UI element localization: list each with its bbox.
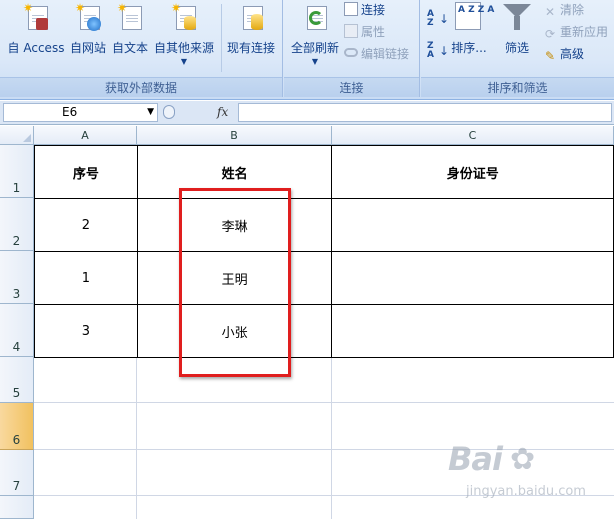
group-connections: 全部刷新 ▼ 连接 属性 编辑链接 连接 [284, 0, 420, 97]
row-header-6[interactable]: 6 [0, 403, 34, 450]
cell-c1[interactable]: 身份证号 [331, 145, 614, 199]
table-row: 2 李琳 [34, 198, 614, 252]
data-table: 序号 姓名 身份证号 2 李琳 1 王明 3 小张 [34, 145, 614, 358]
sort-desc-button[interactable]: Z A ↓ [427, 41, 450, 64]
cell-c2[interactable] [331, 198, 614, 252]
sort-button[interactable]: A Z Z A 排序... [449, 2, 494, 74]
arrow-down-icon: ↓ [439, 44, 450, 58]
sort-dialog-icon: A Z Z A [455, 2, 494, 30]
row-header-8[interactable] [0, 496, 34, 519]
cell-a2[interactable]: 2 [34, 198, 138, 252]
filter-icon [503, 2, 531, 32]
row-header-2[interactable]: 2 [0, 198, 34, 251]
sort-desc-icon: Z A [427, 41, 434, 60]
existing-connections-icon [237, 2, 265, 32]
highlight-box [179, 188, 291, 377]
clear-button[interactable]: ✕ 清除 [543, 1, 584, 19]
table-row: 3 小张 [34, 304, 614, 358]
group-label-connections: 连接 [284, 77, 419, 97]
from-web-button[interactable]: ✷ 自网站 [68, 2, 108, 74]
column-header-c[interactable]: C [332, 126, 614, 145]
reapply-button[interactable]: ⟳ 重新应用 [543, 23, 608, 41]
from-other-sources-button[interactable]: ✷ 自其他来源 ▼ [152, 2, 216, 74]
connections-button[interactable]: 连接 [344, 1, 385, 19]
resize-handle[interactable] [163, 105, 175, 119]
chevron-down-icon: ▼ [180, 57, 188, 66]
link-icon [344, 48, 358, 57]
chevron-down-icon: ▼ [311, 57, 319, 66]
from-access-button[interactable]: ✷ 自 Access [6, 2, 66, 74]
cell-c4[interactable] [331, 304, 614, 358]
cell-c3[interactable] [331, 251, 614, 305]
row-header-4[interactable]: 4 [0, 304, 34, 357]
row-header-3[interactable]: 3 [0, 251, 34, 304]
select-all-corner[interactable] [0, 126, 34, 145]
ribbon: ✷ 自 Access ✷ 自网站 ✷ 自文本 ✷ 自其他来源 ▼ 现有连接 获取… [0, 0, 614, 100]
existing-connections-button[interactable]: 现有连接 [224, 2, 278, 74]
row-header-5[interactable]: 5 [0, 357, 34, 403]
row-header-7[interactable]: 7 [0, 450, 34, 496]
reapply-icon: ⟳ [544, 27, 556, 41]
edit-links-button[interactable]: 编辑链接 [344, 45, 409, 63]
text-file-icon: ✷ [116, 2, 144, 32]
chevron-down-icon[interactable]: ▼ [147, 104, 154, 121]
column-header-a[interactable]: A [34, 126, 137, 145]
formula-controls: fx [161, 103, 237, 122]
properties-icon [344, 24, 358, 38]
sort-asc-button[interactable]: A Z ↓ [427, 9, 450, 32]
from-text-button[interactable]: ✷ 自文本 [110, 2, 150, 74]
filter-button[interactable]: 筛选 [499, 2, 535, 74]
group-get-external-data: ✷ 自 Access ✷ 自网站 ✷ 自文本 ✷ 自其他来源 ▼ 现有连接 获取… [0, 0, 283, 97]
arrow-down-icon: ↓ [439, 12, 450, 26]
cell-a1[interactable]: 序号 [34, 145, 138, 199]
advanced-filter-icon: ✎ [544, 49, 556, 63]
worksheet: A B C 1 2 3 4 5 6 7 序号 姓名 身份证号 2 李琳 1 王明… [0, 126, 614, 519]
cell-a3[interactable]: 1 [34, 251, 138, 305]
access-icon: ✷ [22, 2, 50, 32]
name-box[interactable]: E6 ▼ [3, 103, 158, 122]
advanced-button[interactable]: ✎ 高级 [543, 45, 584, 63]
web-icon: ✷ [74, 2, 102, 32]
formula-input[interactable] [238, 103, 612, 122]
refresh-icon [301, 2, 329, 32]
table-row: 1 王明 [34, 251, 614, 305]
table-header-row: 序号 姓名 身份证号 [34, 145, 614, 199]
formula-bar: E6 ▼ fx [0, 101, 614, 125]
cell-a4[interactable]: 3 [34, 304, 138, 358]
refresh-all-button[interactable]: 全部刷新 ▼ [288, 2, 342, 74]
sort-asc-icon: A Z [427, 9, 434, 28]
other-sources-icon: ✷ [170, 2, 198, 32]
connections-icon [344, 2, 358, 16]
insert-function-icon[interactable]: fx [217, 103, 228, 122]
baidu-watermark: Bai ✿ jingyan.baidu.com [448, 440, 586, 499]
properties-button[interactable]: 属性 [344, 23, 385, 41]
group-label-sort-filter: 排序和筛选 [421, 77, 614, 97]
baidu-paw-icon: ✿ [510, 442, 536, 477]
clear-filter-icon: ✕ [544, 5, 556, 19]
group-label-external-data: 获取外部数据 [0, 77, 282, 97]
row-header-1[interactable]: 1 [0, 145, 34, 198]
column-header-b[interactable]: B [137, 126, 332, 145]
group-sort-filter: A Z ↓ Z A ↓ A Z Z A 排序... 筛选 ✕清除 ⟳重新应用 [421, 0, 614, 97]
